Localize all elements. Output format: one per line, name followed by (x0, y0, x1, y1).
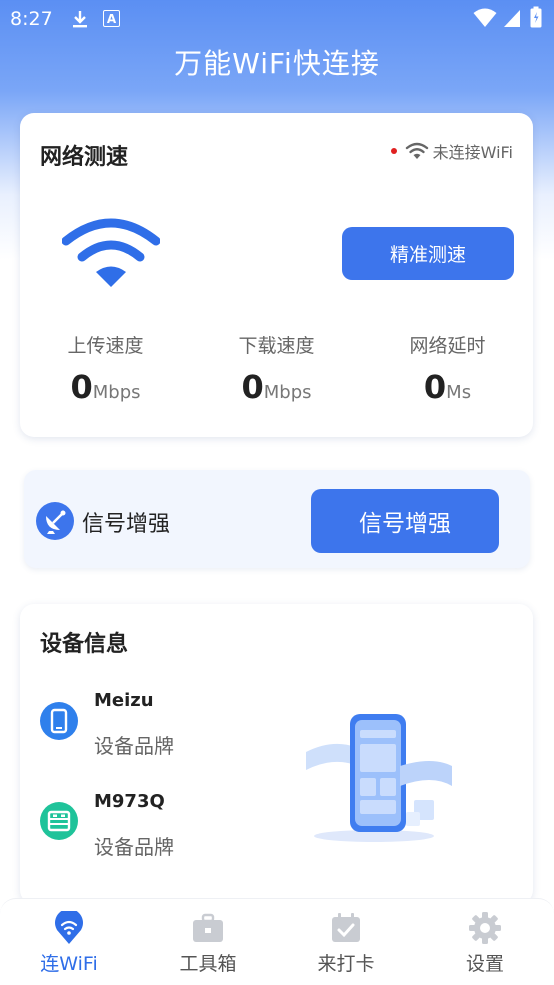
tab-check-in[interactable]: 来打卡 (296, 911, 396, 976)
toolbox-icon (193, 913, 223, 942)
speed-test-card: 网络测速 未连接WiFi 精准测速 上传速度 0Mbps 下载速度 0Mbps … (20, 113, 533, 437)
download-speed-stat: 下载速度 0Mbps (191, 331, 362, 406)
latency-label: 网络延时 (409, 335, 486, 357)
tab-settings-label: 设置 (465, 953, 504, 975)
upload-speed-label: 上传速度 (67, 335, 144, 357)
device-info-card: 设备信息 Meizu 设备品牌 M973Q 设备品牌 (20, 604, 533, 904)
upload-speed-unit: Mbps (92, 382, 141, 403)
calendar-check-icon (332, 913, 360, 942)
upload-speed-value: 0 (70, 368, 93, 406)
translate-icon: A (103, 10, 120, 27)
wifi-icon (405, 142, 428, 159)
status-bar: 8:27 A (0, 0, 554, 38)
app-title: 万能WiFi快连接 (174, 47, 380, 80)
signal-boost-label: 信号增强 (82, 512, 171, 537)
battery-icon (530, 6, 542, 28)
device-brand-caption: 设备品牌 (94, 734, 174, 758)
speed-test-title: 网络测速 (40, 145, 129, 170)
device-info-title: 设备信息 (40, 632, 129, 657)
latency-stat: 网络延时 0Ms (362, 331, 533, 406)
tab-check-in-label: 来打卡 (317, 953, 375, 975)
chip-icon (40, 802, 78, 840)
tab-settings[interactable]: 设置 (435, 911, 535, 976)
wifi-status-icon (473, 8, 497, 27)
wifi-signal-icon (62, 218, 160, 287)
cell-signal-icon (504, 10, 520, 27)
alert-dot-icon (390, 148, 397, 154)
tab-connect-wifi[interactable]: 连WiFi (19, 911, 119, 976)
tab-toolbox[interactable]: 工具箱 (158, 911, 258, 976)
latency-unit: Ms (446, 382, 472, 403)
tab-toolbox-label: 工具箱 (179, 953, 237, 975)
download-speed-unit: Mbps (263, 382, 312, 403)
bottom-tab-bar: 连WiFi 工具箱 来打卡 设置 (0, 898, 554, 985)
precise-speed-test-button[interactable]: 精准测速 (342, 227, 514, 280)
upload-speed-stat: 上传速度 0Mbps (20, 331, 191, 406)
status-time: 8:27 (10, 8, 53, 30)
device-model-caption: 设备品牌 (94, 835, 174, 859)
tab-connect-wifi-label: 连WiFi (40, 953, 98, 975)
latency-value: 0 (423, 368, 447, 406)
signal-boost-card: 信号增强 信号增强 (24, 470, 530, 568)
phone-icon (40, 702, 78, 740)
wifi-pin-icon (55, 911, 83, 944)
download-speed-value: 0 (241, 368, 264, 406)
device-model-name: M973Q (94, 791, 165, 812)
connection-status-text: 未连接WiFi (432, 143, 513, 162)
device-brand-name: Meizu (94, 690, 154, 711)
connection-status: 未连接WiFi (390, 139, 513, 163)
gear-icon (469, 912, 501, 944)
download-speed-label: 下载速度 (238, 335, 315, 357)
download-icon (73, 11, 87, 28)
phone-illustration (306, 714, 452, 842)
satellite-dish-icon (36, 502, 74, 540)
signal-boost-button[interactable]: 信号增强 (311, 489, 499, 553)
